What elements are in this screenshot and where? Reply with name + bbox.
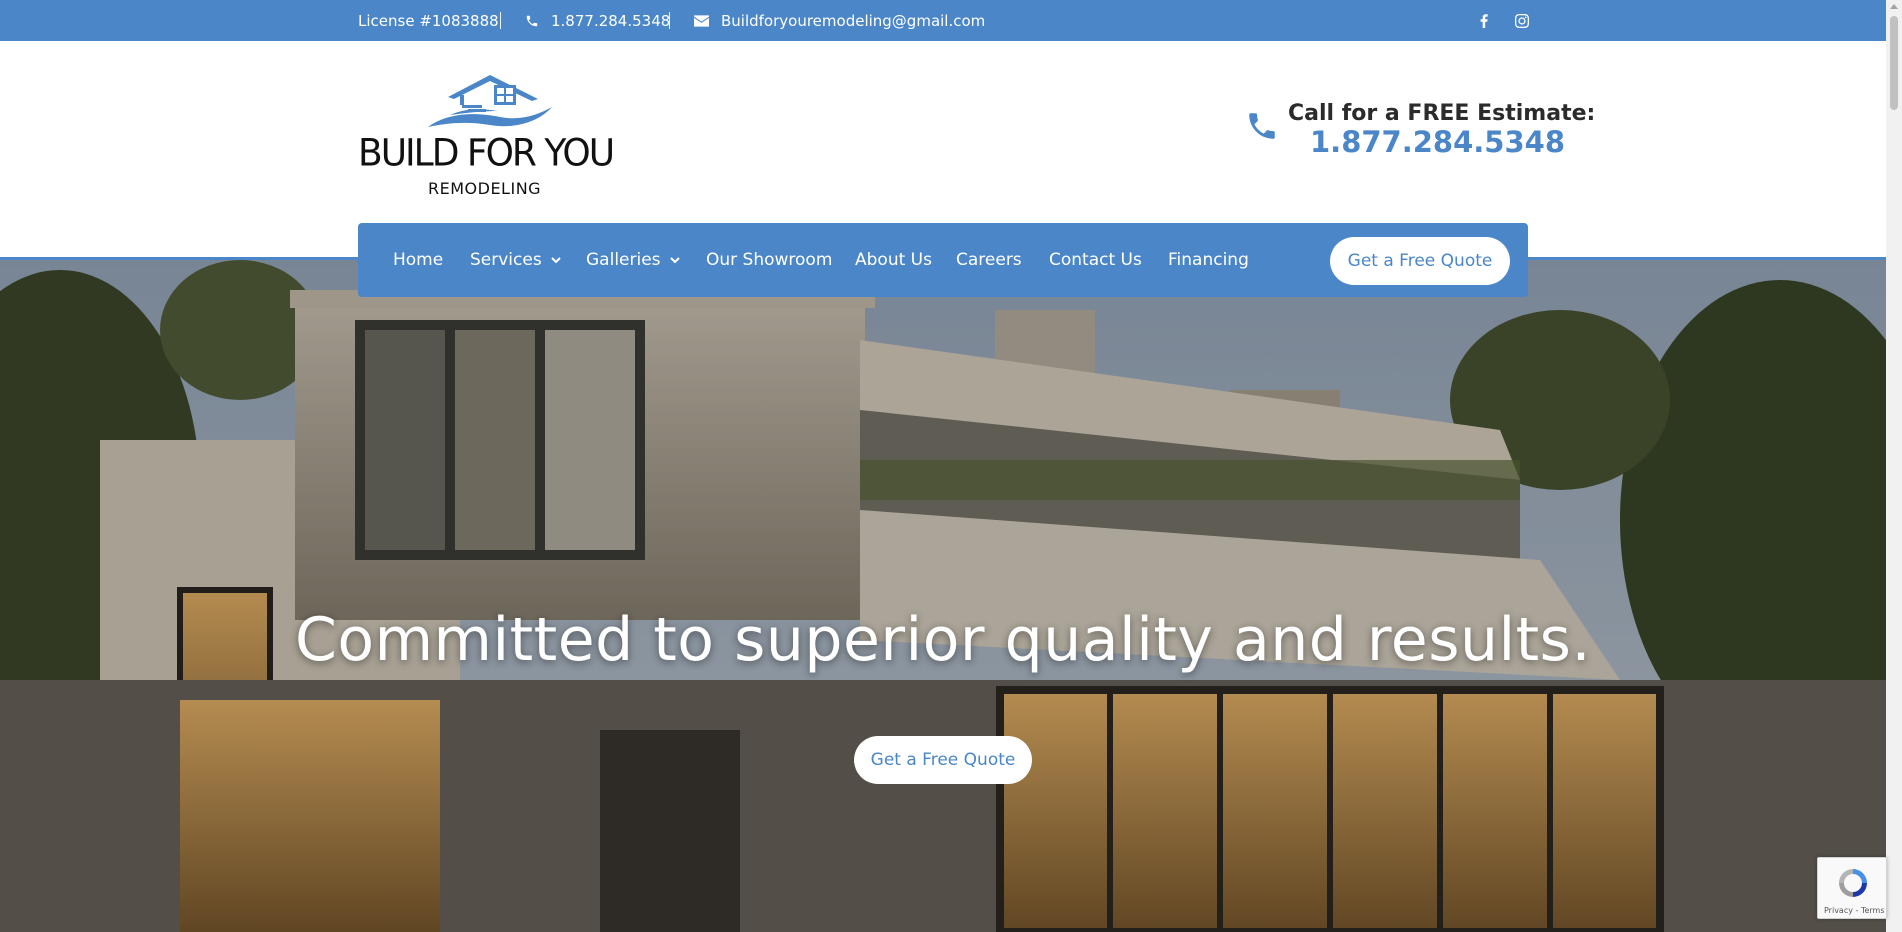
license-label: License #1083888 <box>358 11 499 30</box>
topbar-email-link[interactable]: Buildforyouremodeling@gmail.com <box>694 0 985 41</box>
scrollbar-thumb[interactable] <box>1890 16 1898 110</box>
nav-item-about-us[interactable]: About Us <box>855 223 932 297</box>
phone-icon <box>1249 113 1275 139</box>
instagram-link[interactable] <box>1515 0 1529 41</box>
divider <box>500 12 501 29</box>
divider <box>669 12 670 29</box>
nav-item-contact-us[interactable]: Contact Us <box>1049 223 1142 297</box>
topbar-phone-link[interactable]: 1.877.284.5348 <box>525 0 670 41</box>
envelope-icon <box>694 14 709 27</box>
facebook-icon <box>1480 13 1488 28</box>
house-logo-icon <box>428 75 552 127</box>
site-logo[interactable]: BUILD FOR YOU REMODELING <box>358 71 615 198</box>
nav-item-label: About Us <box>855 250 932 270</box>
license-text: License #1083888 <box>358 0 499 41</box>
nav-item-galleries[interactable]: Galleries <box>586 223 680 297</box>
facebook-link[interactable] <box>1480 0 1488 41</box>
nav-item-label: Contact Us <box>1049 250 1142 270</box>
top-bar: License #1083888 1.877.284.5348 Buildfor… <box>0 0 1886 41</box>
scroll-up-arrow-icon[interactable] <box>1890 4 1898 9</box>
nav-item-label: Financing <box>1168 250 1249 270</box>
nav-item-label: Home <box>393 250 444 270</box>
estimate-label: Call for a FREE Estimate: <box>1288 101 1596 126</box>
nav-item-careers[interactable]: Careers <box>956 223 1022 297</box>
logo-sub-text: REMODELING <box>428 179 542 198</box>
chevron-down-icon <box>550 257 561 264</box>
nav-item-label: Galleries <box>586 250 661 270</box>
hero-quote-button[interactable]: Get a Free Quote <box>854 736 1032 784</box>
nav-item-financing[interactable]: Financing <box>1168 223 1249 297</box>
nav-item-label: Our Showroom <box>706 250 833 270</box>
nav-item-services[interactable]: Services <box>470 223 561 297</box>
topbar-phone: 1.877.284.5348 <box>551 11 671 30</box>
nav-quote-button[interactable]: Get a Free Quote <box>1330 237 1510 285</box>
instagram-icon <box>1515 13 1529 28</box>
topbar-email: Buildforyouremodeling@gmail.com <box>721 11 986 30</box>
recaptcha-badge[interactable]: Privacy - Terms <box>1817 857 1887 919</box>
page-scrollbar[interactable] <box>1886 0 1902 932</box>
logo-brand-text: BUILD FOR YOU <box>358 131 615 176</box>
nav-item-label: Careers <box>956 250 1022 270</box>
free-estimate-callout[interactable]: Call for a FREE Estimate: 1.877.284.5348 <box>1245 101 1595 161</box>
recaptcha-icon <box>1839 869 1867 897</box>
hero-title: Committed to superior quality and result… <box>294 605 1592 675</box>
hero-house-image <box>0 260 1886 932</box>
nav-item-home[interactable]: Home <box>393 223 443 297</box>
hero-section: Committed to superior quality and result… <box>0 260 1886 932</box>
chevron-down-icon <box>669 257 680 264</box>
nav-item-our-showroom[interactable]: Our Showroom <box>706 223 832 297</box>
estimate-phone[interactable]: 1.877.284.5348 <box>1310 125 1565 159</box>
recaptcha-text: Privacy - Terms <box>1824 906 1885 915</box>
phone-icon <box>526 15 538 26</box>
main-nav: Home Services Galleries Our Showroom Abo… <box>358 223 1528 297</box>
nav-item-label: Services <box>470 250 542 270</box>
